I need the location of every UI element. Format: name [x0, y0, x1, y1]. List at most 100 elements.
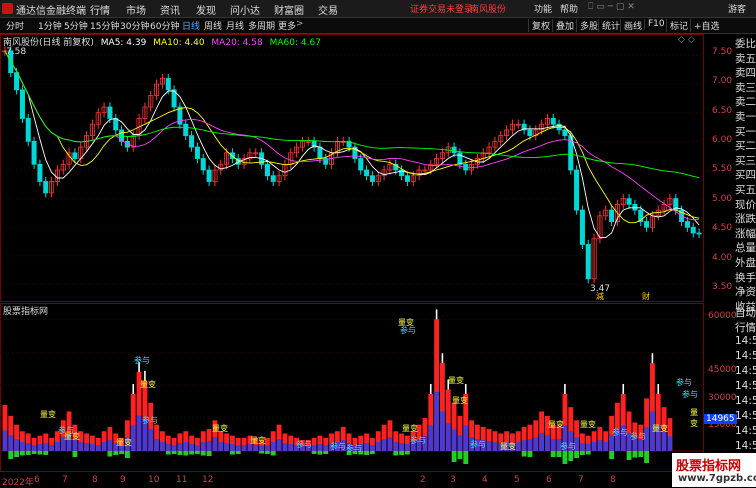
candle-body [270, 175, 276, 182]
candle-body [206, 169, 212, 182]
tab-5min[interactable]: 5分钟 [64, 19, 88, 32]
candle-body [72, 152, 78, 159]
price-tick: 6.00 [712, 135, 733, 145]
guest-user[interactable]: 游客 [728, 2, 746, 15]
finance-marker[interactable]: 财 [642, 291, 650, 302]
price-tick: 4.50 [712, 223, 733, 233]
menu-trade[interactable]: 交易 [318, 2, 338, 17]
candle-body [696, 232, 702, 235]
tab-more[interactable]: 更多 [278, 19, 296, 32]
orderbook-label: 卖四 [735, 67, 756, 80]
participate-signal: 参与 [560, 442, 576, 451]
participate-signal: 参与 [346, 444, 362, 453]
current-volume-badge: 14965 [704, 414, 737, 424]
indicator-chart[interactable]: 股票指标网 量变 参与 量变 参与 量变 参与 量变 量变 量变 参与 参与 量变 参与 量变 量变 量变 量变… [0, 303, 737, 473]
more-chevron-icon[interactable]: > [296, 19, 304, 29]
volume-change-signal: 量变 [116, 438, 132, 447]
date-axis: 2022年 6 7 8 9 10 11 12 2 3 4 5 6 7 8 [0, 475, 704, 488]
volume-change-signal: 量变 [40, 410, 56, 419]
candle-body [37, 163, 43, 182]
login-notice[interactable]: 证券交易未登录 [410, 2, 473, 15]
tool-mark[interactable]: 标记 [666, 19, 688, 32]
menu-help[interactable]: 帮助 [560, 2, 578, 15]
volume-change-signal: 量变 [448, 376, 464, 385]
participate-signal: 参与 [134, 356, 150, 365]
menu-ask[interactable]: 问小达 [230, 2, 260, 17]
tab-weekly[interactable]: 周线 [204, 19, 222, 32]
tab-monthly[interactable]: 月线 [226, 19, 244, 32]
current-stock: 南风股份 [470, 5, 507, 15]
tab-1min[interactable]: 1分钟 [38, 19, 62, 32]
candle-body [585, 244, 591, 280]
orderbook-label: 委比 [735, 38, 756, 50]
tool-restore[interactable]: 复权 [528, 19, 550, 32]
menu-wealth[interactable]: 财富圈 [274, 2, 304, 17]
window-controls[interactable]: ⎕ ▭ ─ ▢ ✕ [588, 2, 635, 12]
orderbook-label: 涨幅 [735, 227, 756, 240]
orderbook-label: 买一 [735, 125, 756, 138]
price-chart[interactable]: 南风股份(日线 前复权) MA5: 4.39 MA10: 4.40 MA20: … [0, 34, 732, 302]
orderbook-label: 换手 [735, 271, 756, 284]
panel-settings-icon[interactable]: ◇ ◇ [678, 35, 695, 45]
volume-tick: 30000 [708, 393, 737, 403]
candle-body [550, 118, 556, 125]
volume-change-signal: 量变 [64, 432, 80, 441]
date-tick: 6 [34, 475, 40, 485]
candle-body [200, 158, 206, 171]
menu-market[interactable]: 行情 [90, 2, 110, 17]
orderbook-label: 外盘 [735, 257, 756, 269]
menu-bar: 通达信金融终端 行情 市场 资讯 发现 问小达 财富圈 交易 证券交易未登录 南… [0, 0, 756, 18]
time-sales-label[interactable]: 行情 [735, 320, 756, 335]
menu-news[interactable]: 资讯 [160, 2, 180, 17]
tool-f10[interactable]: F10 [644, 19, 665, 29]
candle-body [358, 158, 364, 171]
participate-signal: 参与 [470, 440, 486, 449]
tool-draw[interactable]: 画线 [620, 19, 642, 32]
time-sales-label[interactable]: 自动 [735, 305, 756, 320]
date-tick: 8 [92, 475, 98, 485]
volume-change-signal: 量变 [250, 436, 266, 445]
tool-add-watchlist[interactable]: +自选 [690, 19, 720, 32]
participate-signal: 参与 [682, 390, 698, 399]
tool-stats[interactable]: 统计 [598, 19, 620, 32]
tab-15min[interactable]: 15分钟 [90, 19, 119, 32]
menu-exchange[interactable]: 市场 [126, 2, 146, 17]
orderbook-label: 净资 [735, 286, 756, 299]
candle-body [25, 118, 31, 142]
volume-change-signal: 量变 [212, 424, 228, 433]
candle-body [574, 169, 580, 211]
time-sales-label: 14:5 [735, 425, 756, 437]
time-sales-label: 14:5 [735, 335, 756, 347]
candle-body [43, 181, 49, 194]
candlestick-chart[interactable] [0, 34, 704, 302]
tool-overlay[interactable]: 叠加 [552, 19, 574, 32]
orderbook-label: 卖二 [735, 96, 756, 109]
tool-multistock[interactable]: 多股 [576, 19, 598, 32]
candle-body [369, 175, 375, 182]
menu-discover[interactable]: 发现 [196, 2, 216, 17]
tab-timeshare[interactable]: 分时 [6, 19, 24, 32]
volume-change-signal: 量变 [452, 396, 468, 405]
reduce-marker[interactable]: 減 [596, 291, 604, 302]
price-tick: 3.50 [712, 282, 733, 292]
menu-function[interactable]: 功能 [534, 2, 552, 15]
volume-tick: 60000 [708, 311, 737, 321]
tab-60min[interactable]: 60分钟 [150, 19, 179, 32]
tab-daily[interactable]: 日线 [182, 19, 200, 32]
candle-body [364, 169, 370, 177]
price-chart-border [0, 34, 704, 302]
candle-body [684, 221, 690, 228]
tab-multi-period[interactable]: 多周期 [248, 19, 275, 32]
participate-signal: 参与 [410, 436, 426, 445]
candle-body [527, 129, 533, 137]
tab-30min[interactable]: 30分钟 [120, 19, 149, 32]
candle-body [632, 203, 638, 211]
volume-change-signal: 量变 [652, 424, 668, 433]
date-tick: 2 [420, 475, 426, 485]
volume-change-signal: 量变 [690, 408, 698, 428]
candle-body [19, 89, 25, 119]
candle-body [404, 175, 410, 182]
volume-change-signal: 量变 [580, 420, 596, 429]
participate-signal: 参与 [142, 416, 158, 425]
participate-signal: 参与 [612, 428, 628, 437]
